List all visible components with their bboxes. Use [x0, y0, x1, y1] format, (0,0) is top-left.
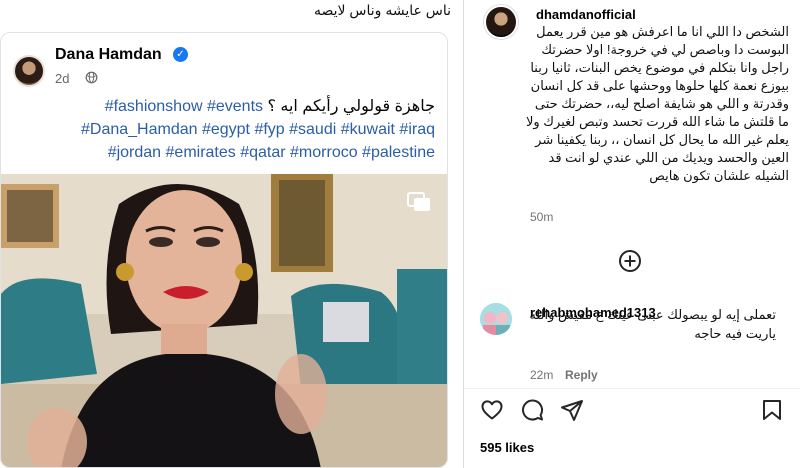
- post-time: 2d: [55, 71, 70, 86]
- post-hashtags-3: #jordan #emirates #qatar #morroco #pales…: [107, 144, 435, 161]
- verified-badge-icon: ✓: [173, 47, 188, 62]
- embedded-facebook-post: Dana Hamdan ✓ 2d جاهزة قولولي رأيكم ايه …: [0, 32, 448, 468]
- comments-panel: dhamdanofficial الشخص دا اللي انا ما اعر…: [464, 0, 800, 468]
- video-frame[interactable]: [1, 174, 447, 467]
- post-text: جاهزة قولولي رأيكم ايه ؟ #fashionshow #e…: [13, 95, 435, 164]
- heart-icon[interactable]: [480, 398, 504, 422]
- caption-time: 50m: [530, 210, 554, 224]
- post-media[interactable]: ناس عايشه وناس لايصه Dana Hamdan ✓ 2d جا…: [0, 0, 463, 468]
- avatar-image: [480, 303, 512, 335]
- post-hashtags-2: #Dana_Hamdan #egypt #fyp #saudi #kuwait …: [80, 121, 435, 138]
- actions-divider: [464, 388, 800, 389]
- comment-time: 22m: [530, 368, 554, 382]
- load-more-comments-icon[interactable]: [618, 249, 642, 273]
- post-hashtags-1: #fashionshow #events: [104, 98, 264, 115]
- caption-body: الشخص دا اللي انا ما اعرفش هو مين قرر يع…: [526, 24, 789, 183]
- globe-icon: [85, 71, 98, 84]
- media-overlay-caption: ناس عايشه وناس لايصه: [314, 2, 451, 18]
- send-icon[interactable]: [560, 398, 584, 422]
- reply-button[interactable]: Reply: [565, 368, 598, 382]
- author-avatar: [13, 55, 45, 87]
- likes-count[interactable]: 595 likes: [480, 440, 534, 455]
- author-name: Dana Hamdan: [55, 46, 162, 63]
- video-still-image: [1, 174, 447, 467]
- comment-body: تعملى إيه لو يبصولك عبنى عينك ع مفيش وال…: [529, 307, 776, 341]
- caption-text: الشخص دا اللي انا ما اعرفش هو مين قرر يع…: [526, 5, 789, 185]
- post-text-arabic: جاهزة قولولي رأيكم ايه ؟: [263, 98, 435, 115]
- multiple-media-icon: [407, 192, 430, 211]
- comment-text: تعملى إيه لو يبصولك عبنى عينك ع مفيش وال…: [526, 305, 776, 343]
- comment-icon[interactable]: [520, 398, 544, 422]
- bookmark-icon[interactable]: [760, 398, 784, 422]
- caption-author-avatar[interactable]: [484, 5, 518, 39]
- comment-author-avatar[interactable]: [480, 303, 512, 335]
